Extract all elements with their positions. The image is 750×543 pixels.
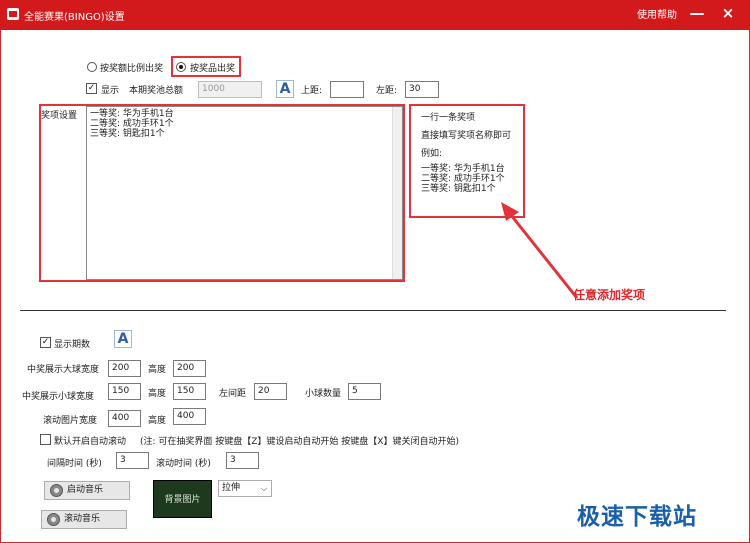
scroll-img-height-label: 高度 bbox=[148, 416, 167, 426]
period-font-a-icon[interactable]: A bbox=[114, 330, 132, 348]
radio-item-label: 按奖品出奖 bbox=[190, 64, 236, 74]
radio-ratio-label: 按奖额比例出奖 bbox=[100, 64, 164, 74]
close-button[interactable]: × bbox=[716, 2, 740, 26]
window-title: 全能赛果(BINGO)设置 bbox=[24, 12, 125, 23]
radio-ratio[interactable] bbox=[87, 62, 97, 72]
hint-line3: 例如: bbox=[421, 149, 443, 159]
scroll-img-height-input[interactable]: 400 bbox=[173, 408, 206, 425]
top-label: 上距: bbox=[301, 86, 323, 96]
auto-scroll-label: 默认开启自动滚动 bbox=[54, 437, 127, 447]
left-input[interactable]: 30 bbox=[405, 81, 439, 98]
pool-input[interactable]: 1000 bbox=[198, 81, 262, 98]
music-disc-icon bbox=[50, 484, 63, 497]
hint-line1: 一行一条奖项 bbox=[421, 113, 476, 123]
start-music-button[interactable]: 启动音乐 bbox=[44, 481, 130, 500]
scroll-time-label: 滚动时间 (秒) bbox=[156, 459, 211, 469]
small-count-input[interactable]: 5 bbox=[348, 383, 381, 400]
small-ball-width-input[interactable]: 150 bbox=[108, 383, 141, 400]
hint-line2: 直接填写奖项名称即可 bbox=[421, 131, 512, 141]
background-image-thumbnail[interactable]: 背景图片 bbox=[153, 480, 212, 518]
minimize-button[interactable]: — bbox=[685, 2, 709, 26]
interval-label: 间隔时间 (秒) bbox=[47, 459, 102, 469]
hint-example: 一等奖: 华为手机1台 二等奖: 成功手环1个 三等奖: 钥匙扣1个 bbox=[421, 164, 505, 194]
scroll-img-width-input[interactable]: 400 bbox=[108, 410, 141, 427]
title-bar: 全能赛果(BINGO)设置 使用帮助 — × bbox=[0, 0, 750, 30]
show-period-label: 显示期数 bbox=[54, 340, 91, 350]
scroll-time-input[interactable]: 3 bbox=[226, 452, 259, 469]
show-label: 显示 bbox=[101, 86, 120, 96]
auto-scroll-checkbox[interactable] bbox=[40, 434, 51, 445]
font-a-icon[interactable]: A bbox=[276, 80, 294, 98]
show-checkbox[interactable]: ✓ bbox=[86, 83, 97, 94]
annotation-text: 任意添加奖项 bbox=[573, 288, 646, 302]
prizes-scrollbar[interactable] bbox=[392, 107, 402, 279]
small-ball-height-label: 高度 bbox=[148, 389, 167, 399]
big-ball-width-input[interactable]: 200 bbox=[108, 360, 141, 377]
show-period-checkbox[interactable]: ✓ bbox=[40, 337, 51, 348]
interval-input[interactable]: 3 bbox=[116, 452, 149, 469]
scroll-music-label: 滚动音乐 bbox=[64, 514, 101, 524]
big-ball-height-input[interactable]: 200 bbox=[173, 360, 206, 377]
prizes-textarea[interactable]: 一等奖: 华为手机1台 二等奖: 成功手环1个 三等奖: 钥匙扣1个 bbox=[86, 106, 403, 280]
radio-item[interactable] bbox=[176, 62, 186, 72]
small-ball-height-input[interactable]: 150 bbox=[173, 383, 206, 400]
left-label: 左距: bbox=[376, 86, 398, 96]
prizes-label: 奖项设置 bbox=[41, 111, 78, 121]
big-ball-label: 中奖展示大球宽度 bbox=[27, 365, 100, 375]
stretch-select-value: 拉伸 bbox=[222, 483, 241, 493]
watermark-text: 极速下载站 bbox=[577, 504, 697, 530]
annotation-arrow-icon bbox=[501, 202, 579, 299]
big-ball-height-label: 高度 bbox=[148, 365, 167, 375]
stretch-select[interactable]: 拉伸 ⌵ bbox=[218, 480, 272, 497]
scroll-music-button[interactable]: 滚动音乐 bbox=[41, 510, 127, 529]
scroll-img-label: 滚动图片宽度 bbox=[43, 416, 98, 426]
start-music-label: 启动音乐 bbox=[67, 485, 104, 495]
auto-scroll-note: (注: 可在抽奖界面 按键盘【Z】键设启动自动开始 按键盘【X】键关闭自动开始) bbox=[140, 437, 459, 447]
help-link[interactable]: 使用帮助 bbox=[637, 6, 677, 21]
divider bbox=[20, 310, 726, 311]
chevron-down-icon: ⌵ bbox=[260, 484, 267, 493]
top-input[interactable] bbox=[330, 81, 364, 98]
app-icon bbox=[7, 8, 19, 20]
small-ball-label: 中奖展示小球宽度 bbox=[22, 392, 95, 402]
left-gap-input[interactable]: 20 bbox=[254, 383, 287, 400]
music-disc-icon bbox=[47, 513, 60, 526]
left-gap-label: 左间距 bbox=[219, 389, 247, 399]
pool-label: 本期奖池总额 bbox=[129, 86, 184, 96]
small-count-label: 小球数量 bbox=[305, 389, 342, 399]
